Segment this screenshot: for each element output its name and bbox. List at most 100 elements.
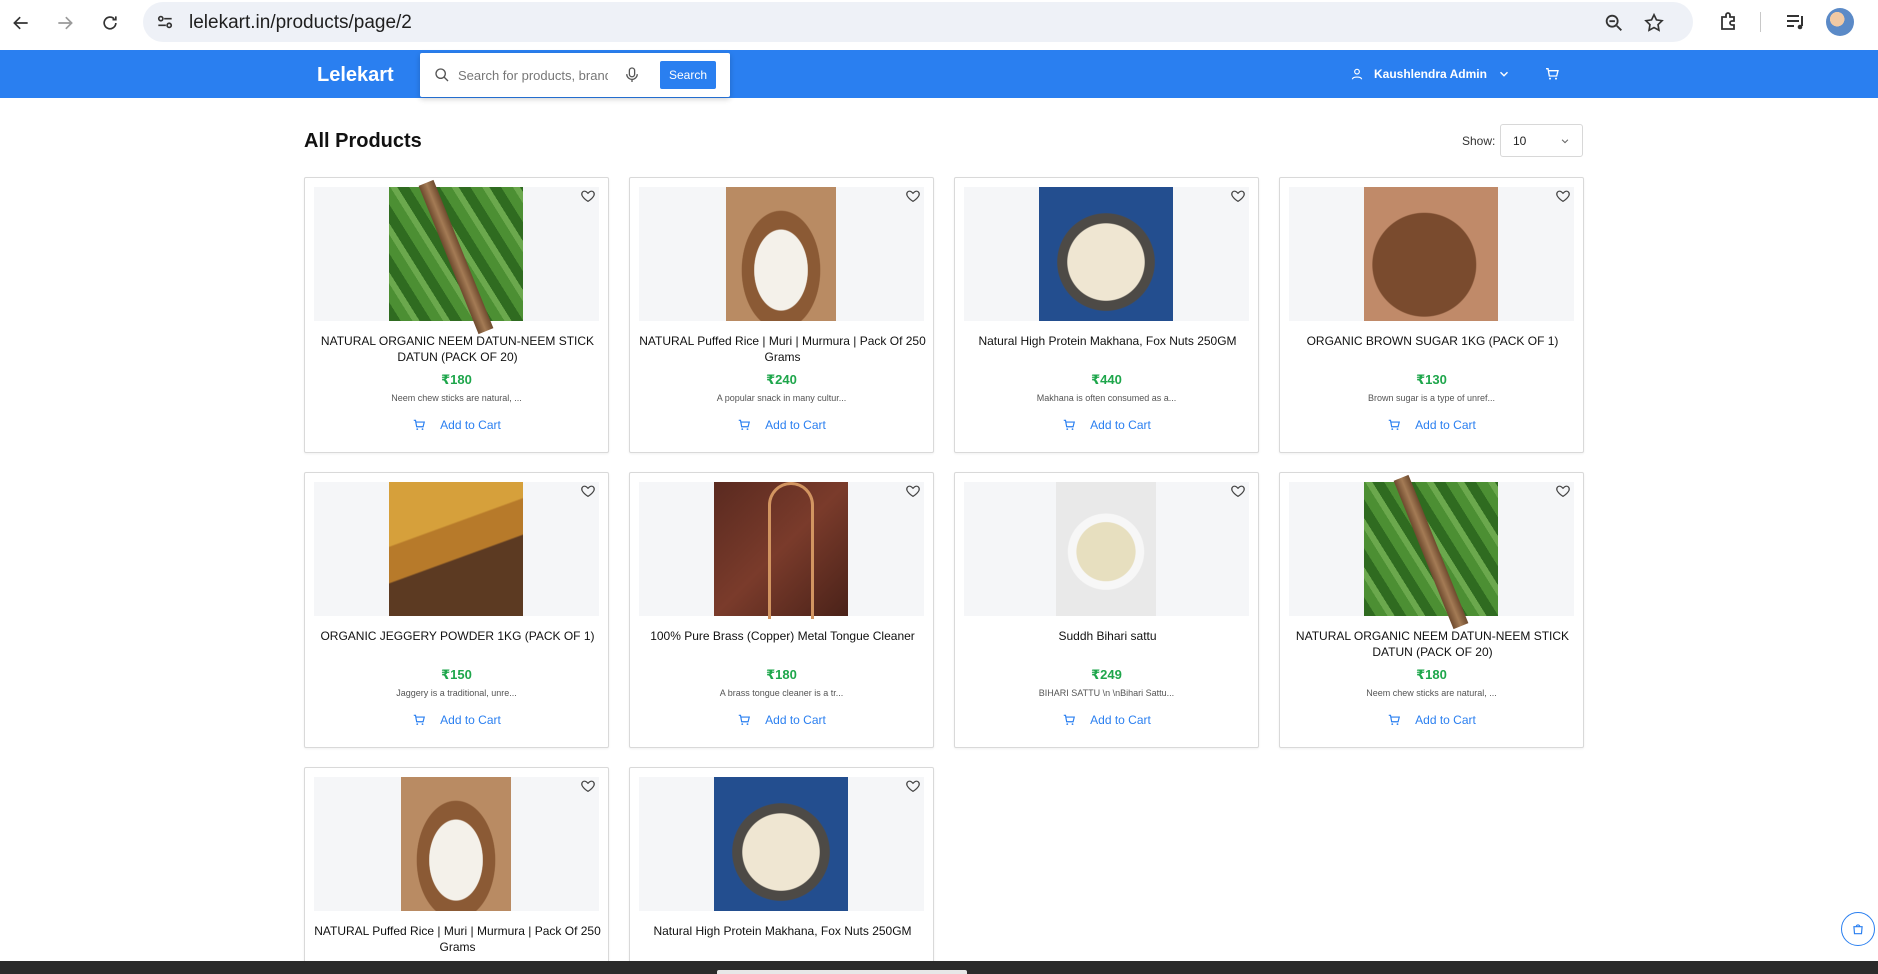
product-name[interactable]: NATURAL ORGANIC NEEM DATUN-NEEM STICK DA… (1288, 628, 1577, 660)
product-card[interactable]: NATURAL Puffed Rice | Muri | Murmura | P… (629, 177, 934, 453)
product-name[interactable]: Natural High Protein Makhana, Fox Nuts 2… (638, 923, 927, 939)
app-header: Lelekart Search Kaushlendra Admin (0, 50, 1878, 98)
microphone-icon[interactable] (625, 67, 639, 83)
heart-icon[interactable] (580, 483, 596, 499)
add-to-cart-button[interactable]: Add to Cart (630, 418, 933, 432)
product-card[interactable]: Natural High Protein Makhana, Fox Nuts 2… (629, 767, 934, 967)
brown-sugar-image[interactable] (1364, 187, 1498, 321)
reload-button[interactable] (95, 8, 125, 38)
cart-icon (1063, 714, 1076, 725)
chevron-down-icon[interactable] (1497, 67, 1511, 81)
add-to-cart-button[interactable]: Add to Cart (955, 713, 1258, 727)
product-description: Jaggery is a traditional, unre... (396, 688, 517, 698)
product-card[interactable]: 100% Pure Brass (Copper) Metal Tongue Cl… (629, 472, 934, 748)
product-card[interactable]: Natural High Protein Makhana, Fox Nuts 2… (954, 177, 1259, 453)
add-to-cart-button[interactable]: Add to Cart (1280, 713, 1583, 727)
add-to-cart-button[interactable]: Add to Cart (305, 418, 608, 432)
reload-icon (103, 16, 117, 30)
product-price: ₹180 (441, 372, 472, 387)
heart-icon[interactable] (580, 188, 596, 204)
floating-cart-button[interactable] (1841, 912, 1875, 946)
product-image-area (314, 187, 599, 321)
makhana-image[interactable] (1039, 187, 1173, 321)
product-card[interactable]: NATURAL Puffed Rice | Muri | Murmura | P… (304, 767, 609, 967)
browser-toolbar: lelekart.in/products/page/2 (0, 0, 1878, 50)
back-button[interactable] (6, 8, 36, 38)
zoom-icon[interactable] (1603, 12, 1625, 34)
product-name[interactable]: NATURAL Puffed Rice | Muri | Murmura | P… (638, 333, 927, 365)
sattu-image[interactable] (1056, 482, 1156, 616)
heart-icon[interactable] (905, 483, 921, 499)
product-price: ₹440 (1091, 372, 1122, 387)
product-card[interactable]: Suddh Bihari sattu ₹249 BIHARI SATTU \n … (954, 472, 1259, 748)
heart-icon[interactable] (1555, 188, 1571, 204)
product-name[interactable]: ORGANIC BROWN SUGAR 1KG (PACK OF 1) (1288, 333, 1577, 349)
search-input[interactable] (458, 61, 608, 89)
user-name[interactable]: Kaushlendra Admin (1374, 67, 1487, 81)
puffed-rice-image[interactable] (726, 187, 836, 321)
site-logo[interactable]: Lelekart (317, 64, 394, 87)
product-name[interactable]: Suddh Bihari sattu (963, 628, 1252, 644)
heart-icon[interactable] (1555, 483, 1571, 499)
heart-icon[interactable] (1230, 188, 1246, 204)
product-image-area (964, 482, 1249, 616)
profile-avatar-icon[interactable] (1826, 8, 1854, 36)
add-to-cart-label[interactable]: Add to Cart (765, 418, 826, 432)
add-to-cart-label[interactable]: Add to Cart (1090, 418, 1151, 432)
product-card[interactable]: ORGANIC BROWN SUGAR 1KG (PACK OF 1) ₹130… (1279, 177, 1584, 453)
media-icon[interactable] (1784, 10, 1808, 34)
heart-icon[interactable] (905, 188, 921, 204)
cart-icon (413, 714, 426, 725)
extension-icon[interactable] (1717, 10, 1741, 34)
cart-icon[interactable] (1544, 66, 1560, 82)
heart-icon[interactable] (1230, 483, 1246, 499)
address-bar[interactable]: lelekart.in/products/page/2 (143, 2, 1693, 42)
product-name[interactable]: NATURAL Puffed Rice | Muri | Murmura | P… (313, 923, 602, 955)
star-icon[interactable] (1643, 12, 1665, 34)
product-name[interactable]: NATURAL ORGANIC NEEM DATUN-NEEM STICK DA… (313, 333, 602, 365)
search-icon (435, 68, 449, 82)
product-price: ₹180 (766, 667, 797, 682)
product-name[interactable]: ORGANIC JEGGERY POWDER 1KG (PACK OF 1) (313, 628, 602, 644)
neem-sticks-image[interactable] (389, 187, 523, 321)
makhana-image[interactable] (714, 777, 848, 911)
back-arrow-icon (13, 16, 28, 30)
add-to-cart-button[interactable]: Add to Cart (305, 713, 608, 727)
product-image-area (1289, 187, 1574, 321)
items-per-page-value[interactable]: 10 (1513, 134, 1526, 148)
site-info-icon[interactable] (155, 12, 175, 32)
add-to-cart-label[interactable]: Add to Cart (1415, 713, 1476, 727)
search-button[interactable]: Search (660, 61, 716, 89)
forward-button[interactable] (50, 8, 80, 38)
add-to-cart-label[interactable]: Add to Cart (1415, 418, 1476, 432)
chevron-down-icon (1561, 139, 1569, 144)
product-card[interactable]: NATURAL ORGANIC NEEM DATUN-NEEM STICK DA… (1279, 472, 1584, 748)
product-description: BIHARI SATTU \n \nBihari Sattu... (1038, 688, 1175, 698)
heart-icon[interactable] (580, 778, 596, 794)
add-to-cart-button[interactable]: Add to Cart (955, 418, 1258, 432)
add-to-cart-label[interactable]: Add to Cart (765, 713, 826, 727)
add-to-cart-button[interactable]: Add to Cart (1280, 418, 1583, 432)
product-price: ₹240 (766, 372, 797, 387)
heart-icon[interactable] (905, 778, 921, 794)
add-to-cart-label[interactable]: Add to Cart (440, 418, 501, 432)
cart-icon (738, 714, 751, 725)
items-per-page-select[interactable]: 10 (1500, 124, 1583, 157)
user-menu[interactable]: Kaushlendra Admin (1350, 64, 1511, 84)
product-image-area (314, 777, 599, 911)
add-to-cart-button[interactable]: Add to Cart (630, 713, 933, 727)
product-name[interactable]: Natural High Protein Makhana, Fox Nuts 2… (963, 333, 1252, 349)
add-to-cart-label[interactable]: Add to Cart (440, 713, 501, 727)
product-description: Neem chew sticks are natural, ... (1366, 688, 1497, 698)
product-price: ₹249 (1091, 667, 1122, 682)
product-name[interactable]: 100% Pure Brass (Copper) Metal Tongue Cl… (638, 628, 927, 644)
product-card[interactable]: NATURAL ORGANIC NEEM DATUN-NEEM STICK DA… (304, 177, 609, 453)
product-image-area (964, 187, 1249, 321)
jaggery-powder-image[interactable] (389, 482, 523, 616)
tongue-cleaner-image[interactable] (714, 482, 848, 619)
url-text[interactable]: lelekart.in/products/page/2 (189, 12, 412, 34)
neem-sticks-image[interactable] (1364, 482, 1498, 616)
product-card[interactable]: ORGANIC JEGGERY POWDER 1KG (PACK OF 1) ₹… (304, 472, 609, 748)
add-to-cart-label[interactable]: Add to Cart (1090, 713, 1151, 727)
puffed-rice-image[interactable] (401, 777, 511, 911)
